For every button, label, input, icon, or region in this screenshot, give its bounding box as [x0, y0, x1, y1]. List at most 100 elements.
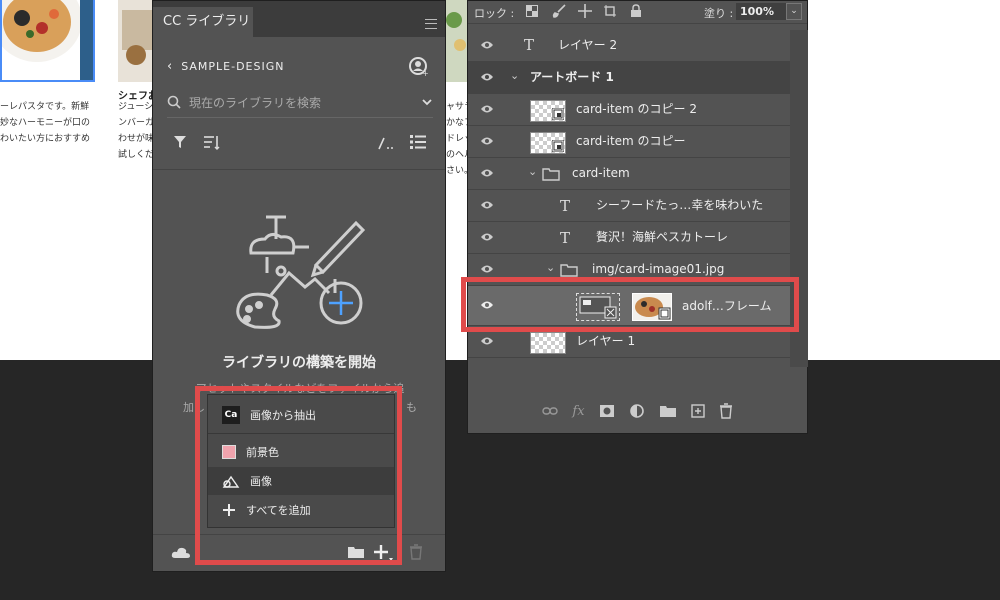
lock-transparent-icon[interactable] — [526, 5, 538, 17]
card-2-line-1: ジューシ — [118, 102, 154, 112]
eye-icon[interactable] — [480, 72, 494, 82]
frame-image-thumbnail — [632, 293, 672, 321]
layer-name: card-item — [572, 166, 630, 180]
chevron-down-icon[interactable] — [421, 97, 433, 107]
sort-icon[interactable] — [203, 134, 221, 152]
color-swatch — [222, 445, 236, 459]
card-3-line-5: さい。 — [446, 166, 468, 176]
menu-item-label: 前景色 — [246, 446, 279, 459]
search-input[interactable]: 現在のライブラリを検索 — [189, 94, 421, 111]
eye-icon[interactable] — [480, 136, 494, 146]
layers-options-bar: ロック : 塗り : 100% ⌄ — [468, 1, 807, 24]
menu-item-label: すべてを追加 — [246, 504, 311, 517]
fill-label: 塗り : — [704, 7, 734, 20]
chevron-left-icon[interactable]: ‹ — [167, 59, 173, 74]
layer-name: シーフードたっ…幸を味わいた — [596, 198, 764, 212]
lock-label: ロック : — [474, 7, 515, 20]
move-icon[interactable] — [578, 4, 592, 18]
menu-item-label: 画像から抽出 — [250, 409, 316, 422]
eye-icon[interactable] — [480, 232, 494, 242]
layer-name: card-item のコピー 2 — [576, 102, 697, 116]
panel-menu-icon[interactable] — [425, 19, 437, 29]
new-layer-icon[interactable] — [690, 404, 705, 418]
capture-app-icon: Ca — [222, 406, 240, 424]
library-breadcrumb[interactable]: ‹ SAMPLE-DESIGN — [167, 59, 285, 74]
card-3: ャサラ かなフ ドレッ のヘル さい。 — [446, 0, 468, 360]
card-2: シェフお ジューシ ンバーガ わせが味 試しくだ — [118, 0, 154, 360]
menu-item-image[interactable]: 画像 — [208, 467, 394, 495]
card-3-image — [446, 0, 468, 82]
layer-row-text[interactable]: T 贅沢！海鮮ペスカトーレ — [468, 222, 790, 254]
chevron-down-icon[interactable]: ⌄ — [546, 261, 555, 274]
list-view-icon[interactable] — [409, 134, 427, 150]
link-icon[interactable] — [542, 406, 559, 416]
layers-bottom-toolbar: fx — [468, 396, 807, 426]
eye-icon[interactable] — [480, 200, 494, 210]
layer-row-text[interactable]: T レイヤー 2 — [468, 30, 790, 62]
svg-text:+: + — [422, 69, 429, 77]
fill-dropdown-icon[interactable]: ⌄ — [786, 3, 802, 20]
library-search[interactable]: 現在のライブラリを検索 — [167, 87, 433, 118]
menu-item-foreground-color[interactable]: 前景色 — [208, 438, 394, 466]
text-layer-icon: T — [524, 36, 535, 54]
add-content-icon[interactable] — [373, 543, 393, 563]
lock-icon[interactable] — [630, 4, 642, 18]
text-layer-icon: T — [560, 229, 571, 247]
card-2-line-4: 試しくだ — [118, 150, 154, 160]
cloud-icon[interactable] — [171, 547, 191, 559]
card-3-line-4: のヘル — [446, 150, 468, 160]
library-toolbar — [167, 131, 435, 155]
new-group-icon[interactable] — [659, 405, 677, 418]
add-content-menu: Ca 画像から抽出 前景色 画像 すべてを追加 — [207, 394, 395, 528]
layer-name: レイヤー 1 — [576, 334, 636, 348]
layer-row-pixel[interactable]: レイヤー 1 — [468, 326, 790, 358]
eye-icon[interactable] — [480, 336, 494, 346]
layer-row-smart-object[interactable]: card-item のコピー — [468, 126, 790, 158]
folder-icon[interactable] — [347, 545, 365, 559]
eye-icon[interactable] — [480, 264, 494, 274]
filter-icon[interactable] — [173, 135, 187, 149]
chevron-down-icon[interactable]: ⌄ — [510, 69, 519, 82]
sync-status-icon[interactable] — [377, 136, 395, 150]
card-3-line-2: かなフ — [446, 118, 468, 128]
layer-row-group[interactable]: ⌄ img/card-image01.jpg — [468, 254, 790, 286]
layer-name: adolf…フレーム — [682, 299, 772, 313]
tab-cc-libraries[interactable]: CC ライブラリ — [153, 7, 253, 37]
layer-name: アートボード 1 — [530, 70, 614, 84]
layer-row-artboard[interactable]: ⌄ アートボード 1 — [468, 62, 790, 94]
layer-name: レイヤー 2 — [558, 38, 618, 52]
card-3-line-1: ャサラ — [446, 102, 468, 112]
folder-icon — [542, 168, 560, 181]
folder-icon — [560, 264, 578, 277]
layer-name: card-item のコピー — [576, 134, 686, 148]
smart-object-thumbnail — [530, 132, 566, 154]
trash-icon[interactable] — [409, 544, 423, 560]
card-2-image — [118, 0, 154, 82]
layer-row-frame[interactable]: adolf…フレーム — [468, 286, 790, 326]
artboard-lock-icon[interactable] — [603, 4, 617, 18]
fill-value-field[interactable]: 100% — [736, 3, 786, 20]
user-add-icon[interactable]: + — [409, 57, 429, 81]
brush-icon[interactable] — [552, 4, 566, 18]
layer-row-smart-object[interactable]: card-item のコピー 2 — [468, 94, 790, 126]
layer-row-text[interactable]: T シーフードたっ…幸を味わいた — [468, 190, 790, 222]
eye-icon[interactable] — [480, 168, 494, 178]
menu-item-extract-from-image[interactable]: Ca 画像から抽出 — [208, 399, 394, 431]
adjustment-layer-icon[interactable] — [629, 403, 645, 419]
card-1-line-3: わいたい方におすすめ — [0, 134, 91, 144]
card-2-line-2: ンバーガ — [118, 118, 154, 128]
layers-scrollbar[interactable] — [790, 30, 808, 367]
menu-item-add-all[interactable]: すべてを追加 — [208, 496, 394, 524]
trash-icon[interactable] — [719, 403, 733, 419]
plus-icon — [223, 504, 235, 516]
eye-icon[interactable] — [480, 300, 494, 310]
eye-icon[interactable] — [480, 40, 494, 50]
menu-separator — [208, 433, 394, 434]
chevron-down-icon[interactable]: ⌄ — [528, 165, 537, 178]
mask-icon[interactable] — [599, 404, 615, 418]
smart-object-thumbnail — [530, 100, 566, 122]
fx-icon[interactable]: fx — [572, 404, 584, 419]
eye-icon[interactable] — [480, 104, 494, 114]
layer-row-group[interactable]: ⌄ card-item — [468, 158, 790, 190]
card-2-line-3: わせが味 — [118, 134, 154, 144]
